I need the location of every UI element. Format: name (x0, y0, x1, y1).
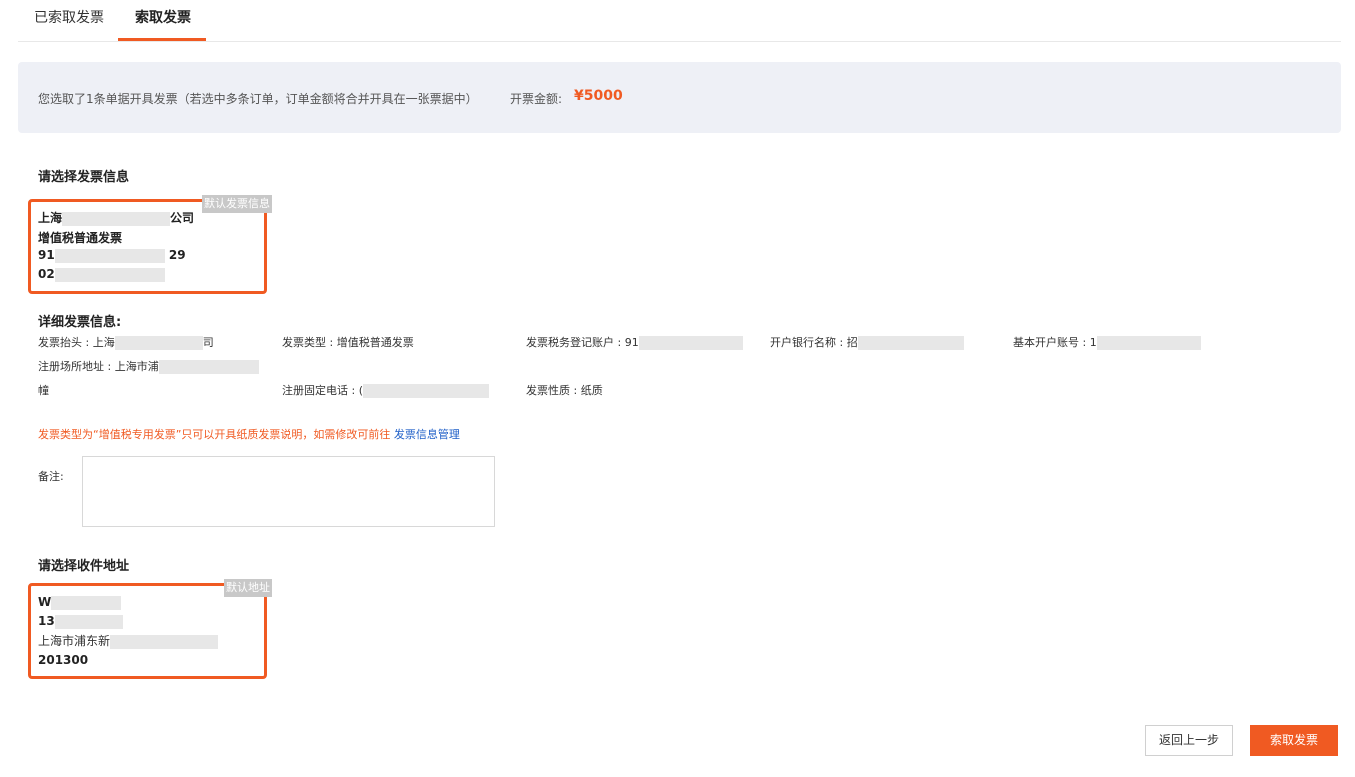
redacted-mask (114, 336, 203, 350)
redacted-mask (62, 211, 171, 226)
redacted-mask (54, 267, 165, 282)
shipping-address-card[interactable]: 默认地址 W 13 上海市浦东新 201300 (28, 579, 272, 679)
invoice-amount-value: ¥5000 (574, 88, 623, 104)
recipient-name: W (38, 595, 122, 610)
recipient-phone: 13 (38, 614, 123, 629)
default-address-badge: 默认地址 (224, 579, 272, 597)
tab-requested-invoices[interactable]: 已索取发票 (34, 0, 104, 41)
remark-label: 备注: (38, 470, 64, 483)
invoice-type-notice: 发票类型为“增值税专用发票”只可以开具纸质发票说明，如需修改可前往 发票信息管理 (38, 428, 460, 441)
selection-message: 您选取了1条单据开具发票（若选中多条订单，订单金额将合并开具在一张票据中） (38, 92, 478, 106)
invoice-phone: 02 (38, 267, 165, 282)
selection-summary-banner: 您选取了1条单据开具发票（若选中多条订单，订单金额将合并开具在一张票据中） 开票… (18, 62, 1341, 133)
invoice-details-title: 详细发票信息: (38, 315, 122, 330)
detail-invoice-title: 发票抬头 : 上海司 (38, 336, 214, 350)
invoice-info-management-link[interactable]: 发票信息管理 (394, 428, 460, 441)
invoice-info-card[interactable]: 默认发票信息 上海 公司 增值税普通发票 91 29 02 (28, 195, 272, 294)
invoice-type: 增值税普通发票 (38, 231, 123, 245)
request-invoice-button[interactable]: 索取发票 (1250, 725, 1338, 756)
redacted-mask (158, 360, 259, 374)
invoice-company-name: 上海 公司 (38, 211, 195, 226)
address-section-title: 请选择收件地址 (38, 559, 130, 574)
detail-registered-phone: 注册固定电话 : ( (282, 382, 489, 398)
remark-textarea[interactable] (82, 456, 495, 527)
redacted-mask (1096, 336, 1201, 350)
recipient-zip: 201300 (38, 653, 89, 667)
detail-bank-name: 开户银行名称 : 招 (770, 334, 964, 350)
tab-divider (18, 41, 1341, 42)
detail-invoice-nature: 发票性质 : 纸质 (526, 384, 603, 397)
detail-bank-account: 基本开户账号 : 1 (1013, 334, 1201, 350)
redacted-mask (638, 336, 743, 350)
invoice-info-title: 请选择发票信息 (38, 170, 130, 185)
invoice-tax-id: 91 29 (38, 248, 186, 263)
back-button[interactable]: 返回上一步 (1145, 725, 1233, 756)
invoice-amount-label: 开票金额: (510, 92, 563, 106)
detail-tax-account: 发票税务登记账户 : 91 (526, 334, 743, 350)
redacted-mask (363, 384, 489, 398)
default-invoice-badge: 默认发票信息 (202, 195, 272, 213)
redacted-mask (54, 614, 123, 629)
detail-registered-address: 注册场所地址 : 上海市浦 (38, 358, 259, 374)
redacted-mask (857, 336, 964, 350)
redacted-mask (110, 634, 219, 649)
detail-registered-address-cont: 幢 (38, 384, 49, 397)
recipient-address: 上海市浦东新 (38, 632, 219, 649)
redacted-mask (54, 248, 165, 263)
redacted-mask (51, 595, 122, 610)
detail-invoice-type: 发票类型 : 增值税普通发票 (282, 336, 414, 349)
tab-request-invoice[interactable]: 索取发票 (135, 0, 191, 41)
